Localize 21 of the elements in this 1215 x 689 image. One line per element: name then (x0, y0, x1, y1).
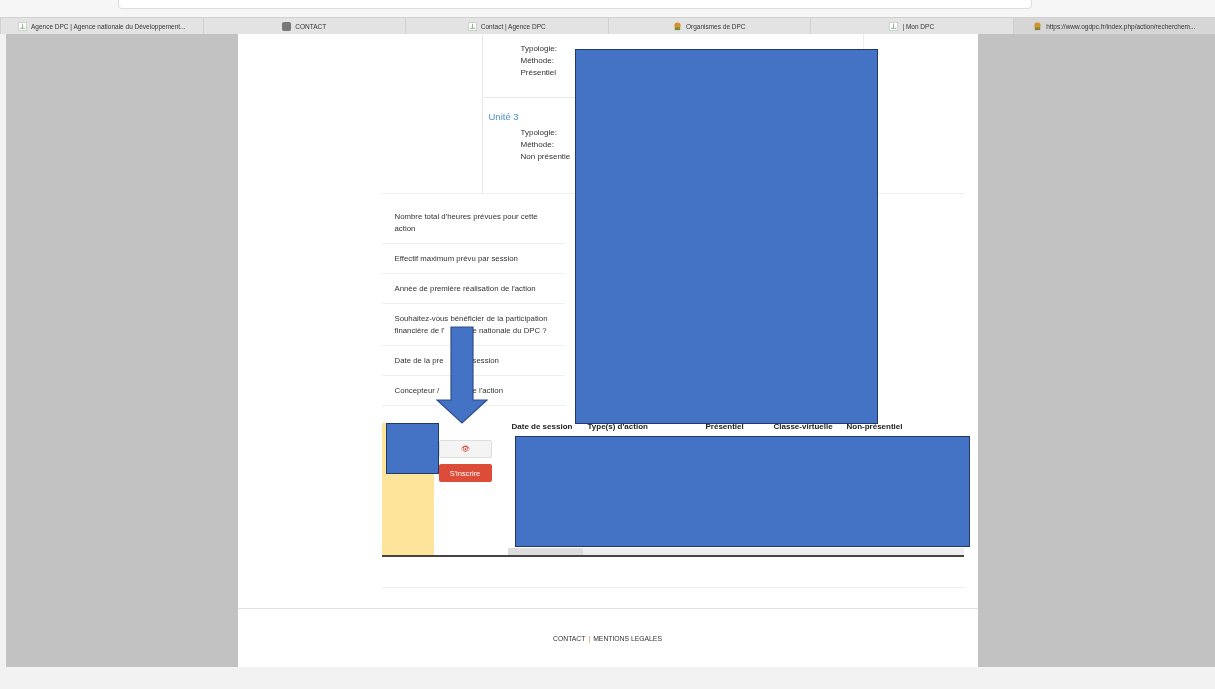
unit-label: Méthode: (520, 139, 555, 151)
tab-icon (672, 21, 682, 31)
column-header: Date de session (511, 422, 573, 431)
tab-icon (17, 21, 27, 31)
column-header: Classe-virtuelle (773, 422, 833, 431)
unit-label: Typologie: (520, 127, 558, 139)
unit-label: Typologie: (520, 43, 558, 55)
unit-label: Non présentie (520, 151, 572, 163)
address-bar[interactable] (118, 0, 1032, 9)
column-header: Type(s) d'action (587, 422, 648, 431)
tab-icon (1033, 21, 1043, 31)
column-header: Non-présentiel (846, 422, 903, 431)
unit-label: Présentiel (520, 67, 558, 79)
tab-icon (282, 21, 292, 31)
tab-icon (889, 21, 899, 31)
tab-icon (467, 21, 477, 31)
unit-label: Méthode: (520, 55, 555, 67)
redaction-block (386, 423, 439, 474)
unit-title: Unité 3 (488, 111, 520, 122)
scrollbar[interactable] (507, 548, 964, 555)
column-header: Présentiel (705, 422, 744, 431)
